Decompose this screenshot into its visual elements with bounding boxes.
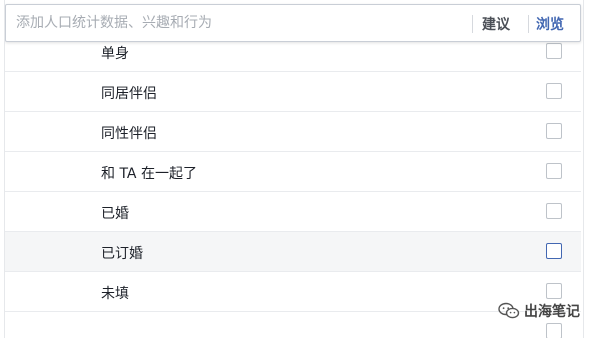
search-input[interactable] (16, 13, 446, 33)
list-item-label: 单身 (101, 46, 129, 62)
checkbox[interactable] (546, 123, 562, 139)
search-bar: 建议 浏览 (5, 4, 581, 42)
list-item-label: 已订婚 (101, 246, 143, 262)
stage: 单身 同居伴侣 同性伴侣 和 TA 在一起了 已婚 已订婚 未填 添加人口统计数… (0, 0, 610, 338)
wechat-logo-icon (498, 302, 520, 319)
divider (472, 15, 473, 33)
checkbox[interactable] (546, 43, 562, 59)
checkbox[interactable] (546, 243, 562, 259)
checkbox[interactable] (546, 163, 562, 179)
browse-link[interactable]: 浏览 (536, 14, 564, 34)
list-item[interactable]: 已婚 (5, 192, 581, 232)
list-item[interactable]: 同居伴侣 (5, 72, 581, 112)
category-list: 单身 同居伴侣 同性伴侣 和 TA 在一起了 已婚 已订婚 未填 (5, 32, 581, 338)
divider (528, 15, 529, 33)
list-item-label: 和 TA 在一起了 (101, 166, 197, 182)
audience-picker-panel: 单身 同居伴侣 同性伴侣 和 TA 在一起了 已婚 已订婚 未填 添加人口统计数… (4, 0, 584, 338)
checkbox[interactable] (546, 283, 562, 299)
checkbox[interactable] (546, 323, 562, 338)
list-item-label: 同性伴侣 (101, 126, 157, 142)
checkbox[interactable] (546, 83, 562, 99)
suggestions-link[interactable]: 建议 (482, 14, 510, 34)
list-item[interactable] (5, 312, 581, 338)
watermark-text: 出海笔记 (524, 304, 580, 320)
watermark: 出海笔记 (498, 300, 580, 322)
list-item[interactable]: 同性伴侣 (5, 112, 581, 152)
list-item[interactable]: 未填 (5, 272, 581, 312)
list-item-label: 已婚 (101, 206, 129, 222)
list-item-label: 同居伴侣 (101, 86, 157, 102)
list-item[interactable]: 和 TA 在一起了 (5, 152, 581, 192)
checkbox[interactable] (546, 203, 562, 219)
list-item-label: 未填 (101, 286, 129, 302)
list-item[interactable]: 已订婚 (5, 232, 581, 272)
